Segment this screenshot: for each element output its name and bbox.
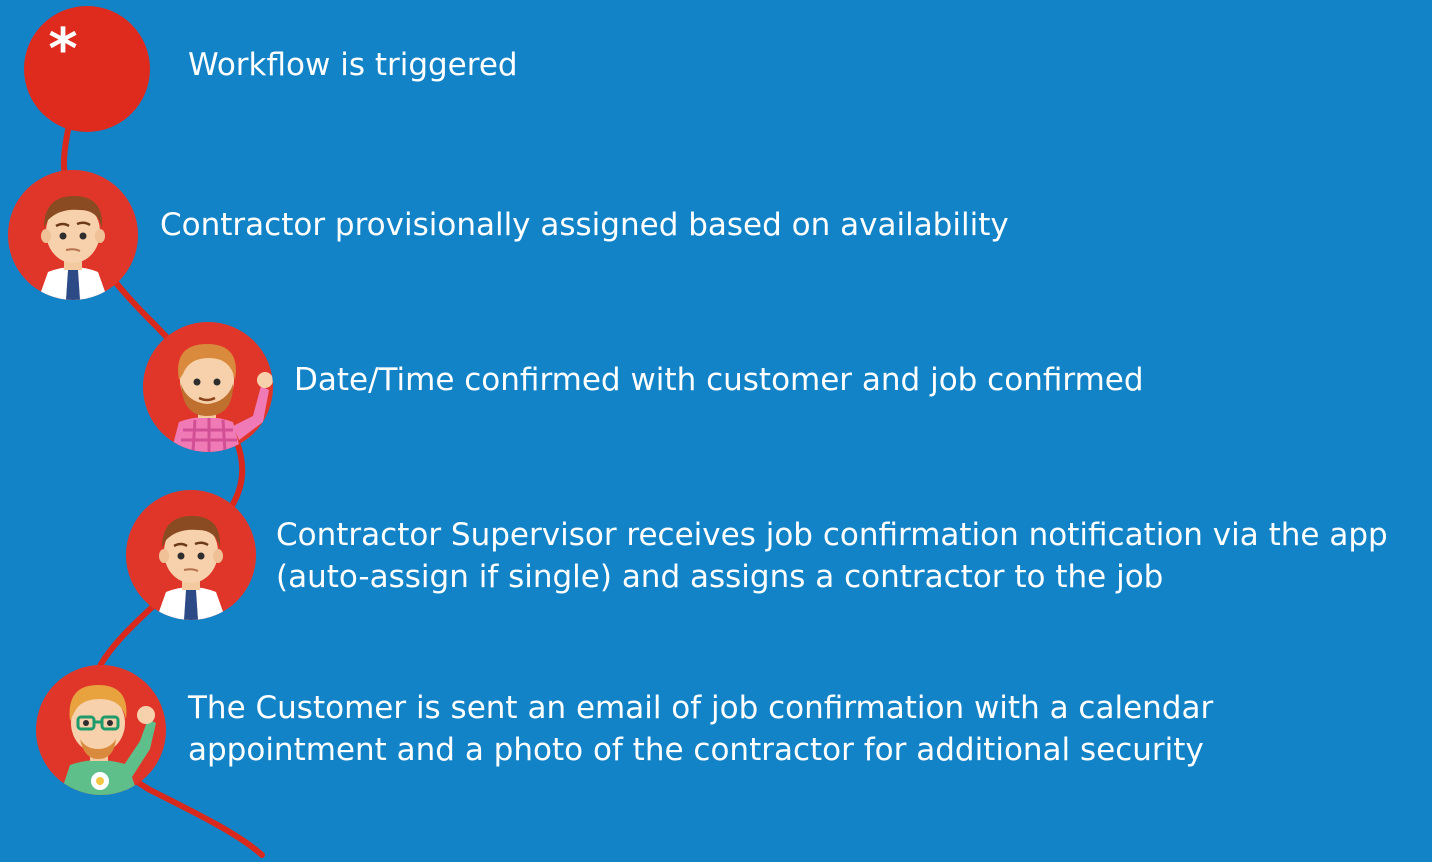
step-5-text-line-1: The Customer is sent an email of job con… (188, 690, 1214, 726)
step-4-text-line-1: Contractor Supervisor receives job confi… (276, 517, 1388, 553)
step-4-text-line-2: (auto-assign if single) and assigns a co… (276, 559, 1164, 595)
supervisor-avatar (126, 490, 256, 620)
trigger-node: * (24, 6, 150, 132)
step-3-text: Date/Time confirmed with customer and jo… (294, 362, 1144, 398)
bearded-man-waving-avatar (143, 322, 273, 452)
step-1-text: Workflow is triggered (188, 47, 518, 83)
businessman-avatar (8, 170, 138, 300)
step-2-text: Contractor provisionally assigned based … (160, 207, 1009, 243)
workflow-diagram: * Workflow is triggered Contractor provi… (0, 0, 1432, 862)
asterisk-icon: * (48, 17, 78, 82)
glasses-man-waving-avatar (36, 665, 166, 795)
step-5-text-line-2: appointment and a photo of the contracto… (188, 732, 1204, 768)
